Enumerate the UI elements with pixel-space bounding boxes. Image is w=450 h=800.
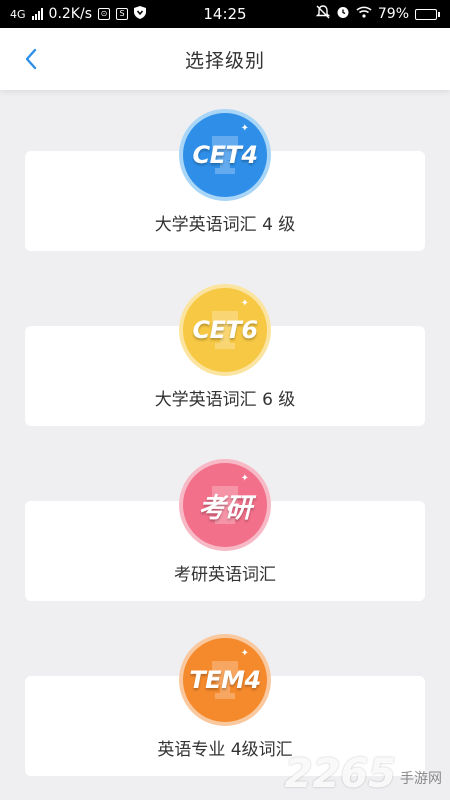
- wifi-icon: [356, 6, 372, 22]
- network-type: 4G: [10, 7, 26, 21]
- watermark-text: 手游网: [400, 771, 442, 787]
- sparkle-icon: ✦: [240, 298, 249, 309]
- chevron-left-icon: [25, 48, 37, 70]
- status-left: 4G 0.2K/s ⊙ S: [10, 5, 146, 23]
- sparkle-icon: ✦: [240, 123, 249, 134]
- network-speed: 0.2K/s: [48, 6, 92, 22]
- status-bar: 4G 0.2K/s ⊙ S 14:25 79%: [0, 0, 450, 28]
- badge-label: CET6: [192, 316, 258, 344]
- mute-icon: [315, 5, 331, 23]
- cet6-badge-icon[interactable]: ✦ CET6: [179, 284, 271, 376]
- level-label: 大学英语词汇 6 级: [154, 390, 296, 410]
- app-notification-icon: ⊙: [98, 8, 110, 20]
- page-title: 选择级别: [184, 49, 265, 72]
- level-label: 大学英语词汇 4 级: [154, 215, 296, 235]
- s-notification-icon: S: [116, 8, 128, 20]
- badge-label: CET4: [192, 141, 258, 169]
- signal-icon: [31, 8, 43, 20]
- status-right: 79%: [315, 5, 440, 23]
- cet4-badge-icon[interactable]: ✦ CET4: [179, 109, 271, 201]
- back-button[interactable]: [18, 46, 44, 72]
- shield-icon: [134, 5, 146, 23]
- battery-icon: [415, 8, 440, 20]
- watermark-number: 2265: [284, 751, 396, 797]
- top-nav-bar: 选择级别: [0, 28, 450, 90]
- site-watermark: 2265 手游网: [285, 754, 442, 794]
- kaoyan-badge-icon[interactable]: ✦ 考研: [179, 459, 271, 551]
- sparkle-icon: ✦: [240, 648, 249, 659]
- level-label: 考研英语词汇: [174, 565, 276, 585]
- tem4-badge-icon[interactable]: ✦ TEM4: [179, 634, 271, 726]
- badge-label: TEM4: [189, 666, 261, 694]
- battery-percent: 79%: [377, 6, 409, 22]
- badge-label: 考研: [198, 492, 253, 524]
- alarm-icon: [336, 5, 350, 23]
- sparkle-icon: ✦: [240, 473, 249, 484]
